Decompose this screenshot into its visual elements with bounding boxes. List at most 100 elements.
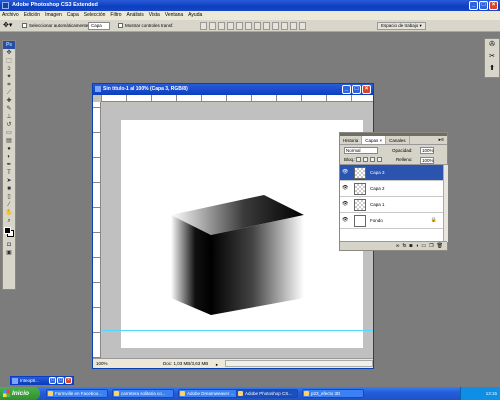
minimized-document-window[interactable]: Inteop8... □ □ × bbox=[10, 376, 74, 385]
brush-icon[interactable]: ✎ bbox=[3, 105, 15, 113]
status-menu-arrow-icon[interactable]: ▸ bbox=[213, 360, 221, 368]
quick-mask-icon[interactable]: ◘ bbox=[3, 241, 15, 249]
blur-icon[interactable]: ● bbox=[3, 145, 15, 153]
guide-line[interactable] bbox=[102, 330, 373, 331]
start-button[interactable]: Inicio bbox=[0, 387, 40, 400]
magic-wand-icon[interactable]: ✦ bbox=[3, 73, 15, 81]
fill-input[interactable]: 100% bbox=[420, 157, 434, 164]
panel-menu-icon[interactable]: ▸≡ bbox=[439, 136, 444, 145]
new-layer-icon[interactable]: ❐ bbox=[429, 242, 433, 250]
distribute-left-icon[interactable] bbox=[281, 22, 288, 30]
align-bottom-icon[interactable] bbox=[218, 22, 225, 30]
foreground-color-swatch[interactable] bbox=[4, 227, 11, 234]
slice-icon[interactable]: ⟋ bbox=[3, 89, 15, 97]
tab-canales[interactable]: Canales bbox=[386, 136, 410, 144]
trash-icon[interactable]: 🗑 bbox=[437, 242, 443, 250]
taskbar-item-carretera[interactable]: carretera solitaria co... bbox=[112, 389, 174, 398]
marquee-icon[interactable]: ⬚ bbox=[3, 57, 15, 65]
layer-row-capa-2[interactable]: 👁 Capa 2 bbox=[340, 181, 443, 197]
move-icon[interactable]: ✥ bbox=[3, 49, 15, 57]
lock-pixels-icon[interactable] bbox=[363, 157, 368, 162]
lock-transparency-icon[interactable] bbox=[356, 157, 361, 162]
tab-capas[interactable]: Capas × bbox=[362, 136, 387, 144]
align-hcenter-icon[interactable] bbox=[236, 22, 243, 30]
canvas[interactable] bbox=[121, 120, 363, 348]
blend-mode-select[interactable]: Normal bbox=[344, 147, 378, 154]
layer-row-capa-3[interactable]: 👁 Capa 3 bbox=[340, 165, 443, 181]
taskbar-item-folder[interactable]: p23_efecto 3D bbox=[302, 389, 364, 398]
lock-all-icon[interactable] bbox=[377, 157, 382, 162]
distribute-right-icon[interactable] bbox=[299, 22, 306, 30]
crop-icon[interactable]: ⌗ bbox=[3, 81, 15, 89]
eye-icon[interactable]: 👁 bbox=[342, 217, 348, 223]
screen-mode-icon[interactable]: ▣ bbox=[3, 249, 15, 257]
distribute-vcenter-icon[interactable] bbox=[263, 22, 270, 30]
notes-icon[interactable]: ▯ bbox=[3, 193, 15, 201]
shape-icon[interactable]: ■ bbox=[3, 185, 15, 193]
layer-row-capa-1[interactable]: 👁 Capa 1 bbox=[340, 197, 443, 213]
canvas-area[interactable] bbox=[102, 103, 373, 358]
menu-seleccion[interactable]: Selección bbox=[84, 11, 106, 20]
dodge-icon[interactable]: ◐ bbox=[3, 153, 15, 161]
horizontal-scrollbar[interactable] bbox=[225, 360, 373, 367]
taskbar-item-photoshop[interactable]: Adobe Photoshop CS... bbox=[236, 389, 298, 398]
healing-icon[interactable]: ✚ bbox=[3, 97, 15, 105]
minimize-button[interactable]: _ bbox=[469, 1, 478, 10]
fx-icon[interactable]: fx bbox=[402, 242, 406, 250]
lasso-icon[interactable]: ↄ bbox=[3, 65, 15, 73]
distribute-hcenter-icon[interactable] bbox=[290, 22, 297, 30]
doc-minimize-button[interactable]: _ bbox=[342, 85, 351, 94]
layer-row-fondo[interactable]: 👁 Fondo 🔒 bbox=[340, 213, 443, 229]
auto-select-checkbox[interactable] bbox=[22, 23, 27, 28]
doc-close-button[interactable]: × bbox=[362, 85, 371, 94]
zoom-icon[interactable]: ⌕ bbox=[3, 217, 15, 225]
eye-icon[interactable]: 👁 bbox=[342, 201, 348, 207]
align-right-icon[interactable] bbox=[245, 22, 252, 30]
menu-vista[interactable]: Vista bbox=[149, 11, 160, 20]
horizontal-ruler[interactable] bbox=[101, 95, 373, 102]
tool-presets-icon[interactable]: ⬆ bbox=[485, 63, 499, 75]
taskbar-item-farmville[interactable]: Farmville en Faceboo... bbox=[46, 389, 108, 398]
menu-analisis[interactable]: Análisis bbox=[127, 11, 144, 20]
menu-edicion[interactable]: Edición bbox=[24, 11, 40, 20]
eye-icon[interactable]: 👁 bbox=[342, 169, 348, 175]
close-button[interactable]: × bbox=[65, 377, 72, 384]
doc-maximize-button[interactable]: □ bbox=[352, 85, 361, 94]
auto-select-dropdown[interactable]: Capa bbox=[88, 22, 110, 30]
eye-icon[interactable]: 👁 bbox=[342, 185, 348, 191]
brushes-icon[interactable]: ✂ bbox=[485, 51, 499, 63]
zoom-level[interactable]: 100% bbox=[96, 359, 108, 369]
eraser-icon[interactable]: ▭ bbox=[3, 129, 15, 137]
align-vcenter-icon[interactable] bbox=[209, 22, 216, 30]
workspace-button[interactable]: Espacio de trabajo ▾ bbox=[377, 22, 426, 30]
move-tool-icon[interactable]: ✥▾ bbox=[3, 22, 12, 30]
hand-icon[interactable]: ✋ bbox=[3, 209, 15, 217]
opacity-input[interactable]: 100% bbox=[420, 147, 434, 154]
navigator-icon[interactable]: ✇ bbox=[485, 39, 499, 51]
gradient-icon[interactable]: ▤ bbox=[3, 137, 15, 145]
eyedropper-icon[interactable]: ⁄ bbox=[3, 201, 15, 209]
stamp-icon[interactable]: ⊥ bbox=[3, 113, 15, 121]
distribute-top-icon[interactable] bbox=[254, 22, 261, 30]
history-brush-icon[interactable]: ↺ bbox=[3, 121, 15, 129]
taskbar-item-dreamweaver[interactable]: Adobe Dreamweaver ... bbox=[178, 389, 240, 398]
tab-historia[interactable]: Historia bbox=[340, 136, 363, 144]
group-icon[interactable]: ▭ bbox=[421, 242, 426, 250]
menu-imagen[interactable]: Imagen bbox=[45, 11, 62, 20]
type-icon[interactable]: T bbox=[3, 169, 15, 177]
link-icon[interactable]: ∞ bbox=[396, 242, 400, 250]
restore-button[interactable]: □ bbox=[49, 377, 56, 384]
vertical-ruler[interactable] bbox=[93, 102, 101, 358]
menu-ventana[interactable]: Ventana bbox=[165, 11, 183, 20]
close-button[interactable]: × bbox=[489, 1, 498, 10]
document-titlebar[interactable]: Sin título-1 al 100% (Capa 3, RGB/8) _ □… bbox=[93, 84, 373, 95]
adjustment-icon[interactable]: ◑ bbox=[415, 242, 418, 250]
align-top-icon[interactable] bbox=[200, 22, 207, 30]
transform-controls-checkbox[interactable] bbox=[118, 23, 123, 28]
menu-archivo[interactable]: Archivo bbox=[2, 11, 19, 20]
mask-icon[interactable]: ◙ bbox=[409, 242, 412, 250]
pen-icon[interactable]: ✒ bbox=[3, 161, 15, 169]
maximize-button[interactable]: □ bbox=[57, 377, 64, 384]
align-left-icon[interactable] bbox=[227, 22, 234, 30]
distribute-bottom-icon[interactable] bbox=[272, 22, 279, 30]
